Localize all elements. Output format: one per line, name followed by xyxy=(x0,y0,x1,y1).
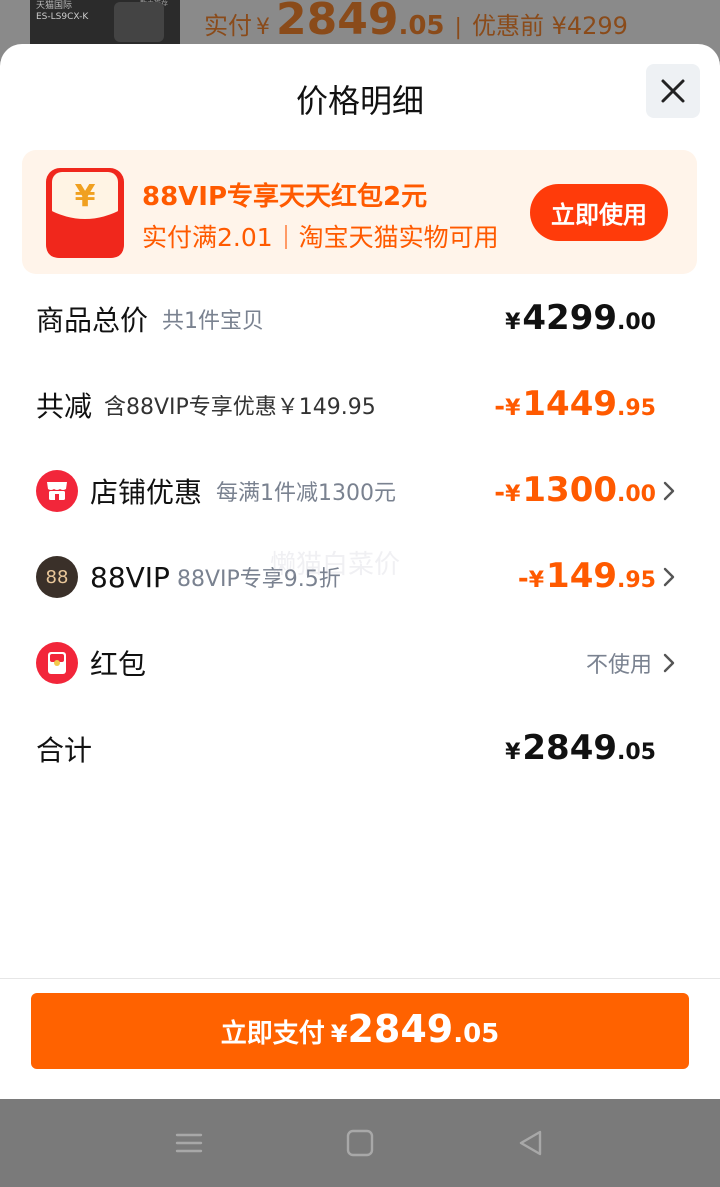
shop-discount-label: 店铺优惠 xyxy=(90,476,203,509)
vip-88-icon: 88 xyxy=(36,556,78,598)
sum-amount: ¥ 2849 .05 xyxy=(505,714,656,784)
row-shop-discount[interactable]: 店铺优惠 每满1件减1300元 - ¥ 1300 .00 xyxy=(0,456,720,526)
vip-icon-text: 88 xyxy=(45,566,69,588)
reduction-amount: - ¥ 1449 .95 xyxy=(494,370,656,440)
pay-amount-int: 2849 xyxy=(347,1007,454,1051)
total-price-amount: ¥ 4299 .00 xyxy=(505,284,656,354)
red-packet-value: 不使用 xyxy=(585,653,652,678)
currency-symbol: ¥ xyxy=(505,310,521,335)
amount-dec: .00 xyxy=(617,310,656,335)
minus-sign: - xyxy=(494,392,506,422)
product-thumbnail: 天猫国际 ES-LS9CX-K 新手推荐 xyxy=(30,0,180,48)
row-sum: 合计 ¥ 2849 .05 xyxy=(0,714,720,784)
bg-price-before: 优惠前 ¥4299 xyxy=(471,12,628,40)
chevron-right-icon xyxy=(663,653,675,673)
amount-int: 2849 xyxy=(522,728,618,768)
promo-condition: 实付满2.01 xyxy=(142,223,273,252)
red-envelope-yuan-icon: ¥ xyxy=(46,168,124,258)
shop-discount-note: 每满1件减1300元 xyxy=(216,481,396,506)
vip-discount-amount: - ¥ 149 .95 xyxy=(518,542,656,612)
bg-price-currency: ¥ xyxy=(256,15,270,40)
bg-price-label: 实付 xyxy=(204,12,252,40)
promo-banner: ¥ 88VIP专享天天红包2元 实付满2.01 淘宝天猫实物可用 立即使用 xyxy=(22,150,697,274)
promo-title: 88VIP专享天天红包2元 xyxy=(142,182,428,212)
pay-amount-dec: .05 xyxy=(453,1019,500,1049)
close-icon xyxy=(661,79,685,103)
amount-int: 1300 xyxy=(522,470,618,510)
promo-divider xyxy=(284,225,287,249)
currency-symbol: ¥ xyxy=(528,568,545,593)
minus-sign: - xyxy=(517,564,529,594)
total-price-label: 商品总价 xyxy=(36,304,149,337)
chevron-right-icon xyxy=(663,481,675,501)
currency-symbol: ¥ xyxy=(505,396,521,421)
price-detail-sheet: 价格明细 ¥ 88VIP专享天天红包2元 实付满2.01 淘宝天猫实物可用 立即使… xyxy=(0,44,720,1099)
sheet-title: 价格明细 xyxy=(295,82,424,120)
row-red-packet[interactable]: 红包 不使用 xyxy=(0,628,720,698)
use-now-button[interactable]: 立即使用 xyxy=(530,184,668,241)
red-packet-label: 红包 xyxy=(90,648,147,681)
currency-symbol: ¥ xyxy=(505,482,521,507)
system-nav-bar xyxy=(0,1099,720,1187)
row-total-reduction: 共减 含88VIP专享优惠￥149.95 - ¥ 1449 .95 xyxy=(0,370,720,440)
total-price-note: 共1件宝贝 xyxy=(162,309,264,334)
row-total-price: 商品总价 共1件宝贝 ¥ 4299 .00 xyxy=(0,284,720,354)
amount-dec: .95 xyxy=(617,396,656,421)
shop-icon xyxy=(36,470,78,512)
promo-scope: 淘宝天猫实物可用 xyxy=(298,223,499,252)
amount-int: 149 xyxy=(546,556,618,596)
minus-sign: - xyxy=(494,478,506,508)
watermark: 懒猫白菜价 xyxy=(270,550,401,580)
promo-subtitle: 实付满2.01 淘宝天猫实物可用 xyxy=(142,218,499,254)
currency-symbol: ¥ xyxy=(505,740,521,765)
thumb-model-text: ES-LS9CX-K xyxy=(36,12,89,22)
shop-discount-amount: - ¥ 1300 .00 xyxy=(494,456,656,526)
chevron-right-icon xyxy=(663,567,675,587)
thumb-brand-text: 天猫国际 xyxy=(36,1,73,11)
amount-int: 4299 xyxy=(522,298,618,338)
red-packet-icon xyxy=(36,642,78,684)
pay-now-button[interactable]: 立即支付 ¥ 2849 .05 xyxy=(31,993,689,1069)
bg-price-dec: .05 xyxy=(398,11,445,41)
amount-int: 1449 xyxy=(522,384,618,424)
reduction-label: 共减 xyxy=(36,390,93,423)
vip-label: 88VIP xyxy=(90,560,170,594)
reduction-note: 含88VIP专享优惠￥149.95 xyxy=(104,395,376,420)
amount-dec: .00 xyxy=(617,482,656,507)
close-button[interactable] xyxy=(646,64,700,118)
amount-dec: .95 xyxy=(617,568,656,593)
amount-dec: .05 xyxy=(617,740,656,765)
menu-icon[interactable] xyxy=(174,1129,204,1157)
pay-currency: ¥ xyxy=(330,1020,348,1048)
bg-price-separator: | xyxy=(454,15,462,40)
home-square-icon[interactable] xyxy=(345,1129,375,1157)
svg-text:¥: ¥ xyxy=(75,179,96,214)
product-image xyxy=(114,2,164,42)
footer-divider xyxy=(0,978,720,979)
back-triangle-icon[interactable] xyxy=(516,1129,546,1157)
background-price: 实付 ¥ 2849 .05 | 优惠前 ¥4299 xyxy=(204,0,628,45)
pay-label: 立即支付 xyxy=(220,1019,325,1049)
sum-label: 合计 xyxy=(36,734,93,767)
bg-price-int: 2849 xyxy=(276,0,399,45)
